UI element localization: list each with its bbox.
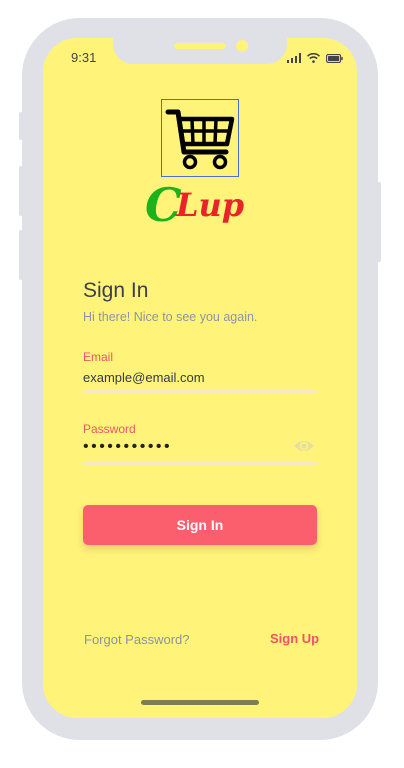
password-underline xyxy=(83,462,317,465)
status-time: 9:31 xyxy=(71,50,97,65)
status-icons xyxy=(287,52,343,64)
wifi-icon xyxy=(307,53,320,63)
phone-side-button xyxy=(19,230,23,280)
sign-up-link[interactable]: Sign Up xyxy=(270,631,319,646)
logo-box xyxy=(161,99,239,177)
brand-logo-lup: Lup xyxy=(175,186,244,224)
phone-side-button xyxy=(19,112,23,140)
battery-icon xyxy=(326,53,343,63)
password-field[interactable]: ••••••••••• xyxy=(83,438,172,456)
shopping-cart-icon xyxy=(165,109,235,170)
home-indicator xyxy=(141,700,259,705)
email-underline xyxy=(83,390,317,393)
sign-in-button[interactable]: Sign In xyxy=(83,505,317,545)
email-label: Email xyxy=(83,350,114,364)
eye-icon[interactable] xyxy=(293,437,315,455)
phone-side-button xyxy=(19,166,23,216)
camera xyxy=(236,40,248,52)
forgot-password-link[interactable]: Forgot Password? xyxy=(84,632,190,647)
signal-icon xyxy=(287,53,301,63)
notch xyxy=(113,38,287,64)
app-screen: 9:31 C Lup Sign In Hi there! Nice to see… xyxy=(43,38,357,718)
page-title: Sign In xyxy=(83,279,149,302)
brand-logo: C Lup xyxy=(145,178,244,228)
password-label: Password xyxy=(83,422,136,436)
email-field[interactable]: example@email.com xyxy=(83,370,205,385)
phone-side-button xyxy=(377,182,381,262)
page-subtitle: Hi there! Nice to see you again. xyxy=(83,310,258,324)
speaker xyxy=(174,43,226,49)
